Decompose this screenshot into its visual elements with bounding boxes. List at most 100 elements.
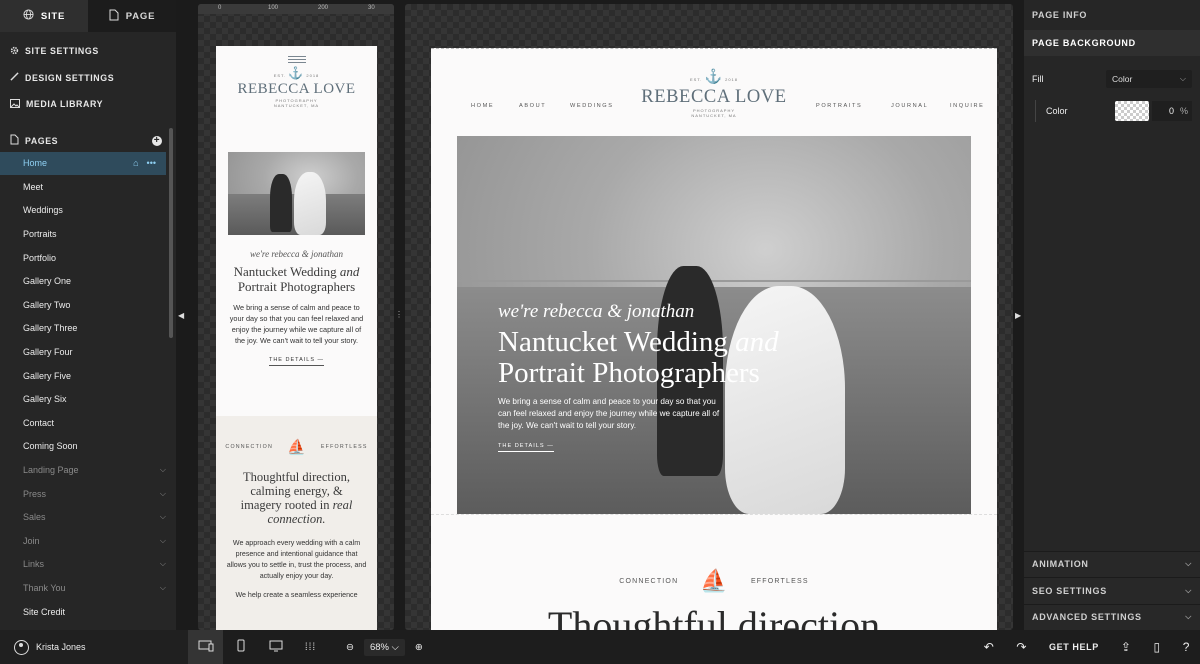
undo-icon[interactable]: ↶ [984,640,995,654]
ruler-tick: 200 [318,5,329,11]
nav-portraits[interactable]: PORTRAITS [816,103,862,109]
plus-icon[interactable]: + [152,135,162,146]
advanced-settings-accordion[interactable]: ADVANCED SETTINGS ⌵ [1024,603,1200,630]
section-heading: Thoughtful direction, calming energy, & … [230,470,363,526]
hero-heading-italic: and [735,326,779,358]
monitor-view-button[interactable] [258,630,293,664]
page-item-gallery-four[interactable]: Gallery Four [0,340,176,364]
page-item-gallery-one[interactable]: Gallery One [0,269,176,293]
chevron-down-icon[interactable]: ⌵ [160,512,166,522]
redo-icon[interactable]: ↷ [1016,640,1027,654]
zoom-out-icon[interactable]: ⊖ [346,642,354,653]
tab-page-label: PAGE [125,10,156,22]
tab-page[interactable]: PAGE [88,0,176,32]
zoom-control: ⊖ 68% ⌵ ⊕ [346,638,423,656]
page-item-contact[interactable]: Contact [0,411,176,435]
color-row: Color 0 % [1035,100,1200,122]
tab-site[interactable]: SITE [0,0,88,32]
page-info-header[interactable]: PAGE INFO [1024,0,1200,30]
page-item-portfolio[interactable]: Portfolio [0,246,176,270]
seo-settings-accordion[interactable]: SEO SETTINGS ⌵ [1024,577,1200,604]
zoom-in-icon[interactable]: ⊕ [415,642,423,653]
pages-title: PAGES [25,135,59,146]
desktop-preview: HOME ABOUT WEDDINGS EST. ⚓ 2018 REBECCA … [405,4,1013,630]
logo-est-right: 2018 [725,77,739,82]
design-settings-link[interactable]: DESIGN SETTINGS [0,65,176,92]
page-item-label: Gallery Two [23,299,71,310]
nav-inquire[interactable]: INQUIRE [950,103,985,109]
page-item-portraits[interactable]: Portraits [0,222,176,246]
desktop-page[interactable]: HOME ABOUT WEDDINGS EST. ⚓ 2018 REBECCA … [431,48,997,630]
page-item-gallery-three[interactable]: Gallery Three [0,317,176,341]
mobile-page[interactable]: EST. ⚓ 2018 REBECCA LOVE PHOTOGRAPHY NAN… [216,46,377,630]
site-logo[interactable]: EST. ⚓ 2018 REBECCA LOVE PHOTOGRAPHY NAN… [634,68,794,118]
page-item-thank-you[interactable]: Thank You ⌵ [0,576,176,600]
collapse-left-icon[interactable]: ◀ [178,311,184,320]
details-link[interactable]: THE DETAILS — [268,357,325,366]
publish-icon[interactable]: ⇪ [1121,640,1132,654]
page-item-meet[interactable]: Meet [0,175,176,199]
mobile-logo: EST. ⚓ 2018 REBECCA LOVE PHOTOGRAPHY NAN… [216,46,377,108]
page-item-home[interactable]: Home ⌂ ••• [0,151,166,176]
sidebar-scrollbar[interactable] [169,128,173,338]
nav-home[interactable]: HOME [471,103,494,109]
media-library-link[interactable]: MEDIA LIBRARY [0,91,176,118]
connection-left: CONNECTION [225,444,274,450]
mode-tabs: SITE PAGE [0,0,176,32]
get-help-button[interactable]: GET HELP [1049,642,1099,652]
page-item-gallery-five[interactable]: Gallery Five [0,364,176,388]
page-item-label: Join [23,535,40,546]
right-panel: PAGE INFO PAGE BACKGROUND Fill Color ⌵ C… [1024,0,1200,630]
book-icon[interactable]: ▯ [1154,640,1161,654]
page-item-links[interactable]: Links ⌵ [0,553,176,577]
zoom-select[interactable]: 68% ⌵ [363,638,405,656]
desktop-view-button[interactable] [188,630,223,664]
tab-site-label: SITE [40,10,66,22]
page-item-gallery-two[interactable]: Gallery Two [0,293,176,317]
more-icon[interactable]: ••• [147,158,156,168]
page-item-site-credit[interactable]: Site Credit [0,600,176,624]
hero-photo[interactable] [228,152,365,235]
accordion-label: ADVANCED SETTINGS [1032,612,1142,623]
animation-accordion[interactable]: ANIMATION ⌵ [1024,550,1200,577]
fill-select[interactable]: Color ⌵ [1106,70,1192,88]
intro-heading-italic: and [339,264,360,279]
page-item-press[interactable]: Press ⌵ [0,482,176,506]
page-item-weddings[interactable]: Weddings [0,199,176,223]
nav-weddings[interactable]: WEDDINGS [570,103,614,109]
intro-heading-2: Portrait Photographers [237,278,356,294]
page-background-header[interactable]: PAGE BACKGROUND [1024,30,1200,56]
chevron-down-icon: ⌵ [1185,559,1192,569]
grid-toggle-button[interactable]: ⁞⁞⁞ [293,630,328,664]
user-menu[interactable]: Krista Jones [0,630,188,664]
chat-icon[interactable]: ? [1183,640,1190,654]
color-swatch[interactable] [1115,101,1149,121]
page-item-sales[interactable]: Sales ⌵ [0,505,176,529]
nav-about[interactable]: ABOUT [519,103,546,109]
hamburger-icon[interactable] [287,56,306,63]
page-item-join[interactable]: Join ⌵ [0,529,176,553]
opacity-value: 0 [1168,106,1174,116]
hero-details-link[interactable]: THE DETAILS — [498,443,554,452]
chevron-down-icon[interactable]: ⌵ [160,465,166,475]
nav-journal[interactable]: JOURNAL [891,103,928,109]
grid-icon: ⁞⁞⁞ [304,641,317,653]
page-item-landing-page[interactable]: Landing Page ⌵ [0,458,176,482]
page-item-gallery-six[interactable]: Gallery Six [0,387,176,411]
hero-photo[interactable]: we're rebecca & jonathan Nantucket Weddi… [457,136,971,514]
mobile-view-button[interactable] [223,630,258,664]
connection-right: EFFORTLESS [320,444,368,450]
left-sidebar: SITE PAGE SITE SETTINGS DESIGN SETTINGS [0,0,176,630]
chevron-down-icon[interactable]: ⌵ [160,489,166,499]
collapse-right-icon[interactable]: ▶ [1015,311,1021,320]
chevron-down-icon[interactable]: ⌵ [160,559,166,569]
opacity-input[interactable]: 0 % [1152,101,1192,121]
intro-heading: Nantucket Wedding and Portrait Photograp… [216,264,377,294]
site-settings-link[interactable]: SITE SETTINGS [0,38,176,65]
mobile-intro: we're rebecca & jonathan Nantucket Weddi… [216,249,377,366]
logo-name: REBECCA LOVE [237,81,356,97]
chevron-down-icon[interactable]: ⌵ [160,536,166,546]
page-item-coming-soon[interactable]: Coming Soon [0,435,176,459]
chevron-down-icon[interactable]: ⌵ [160,583,166,593]
chevron-down-icon: ⌵ [1179,74,1186,83]
